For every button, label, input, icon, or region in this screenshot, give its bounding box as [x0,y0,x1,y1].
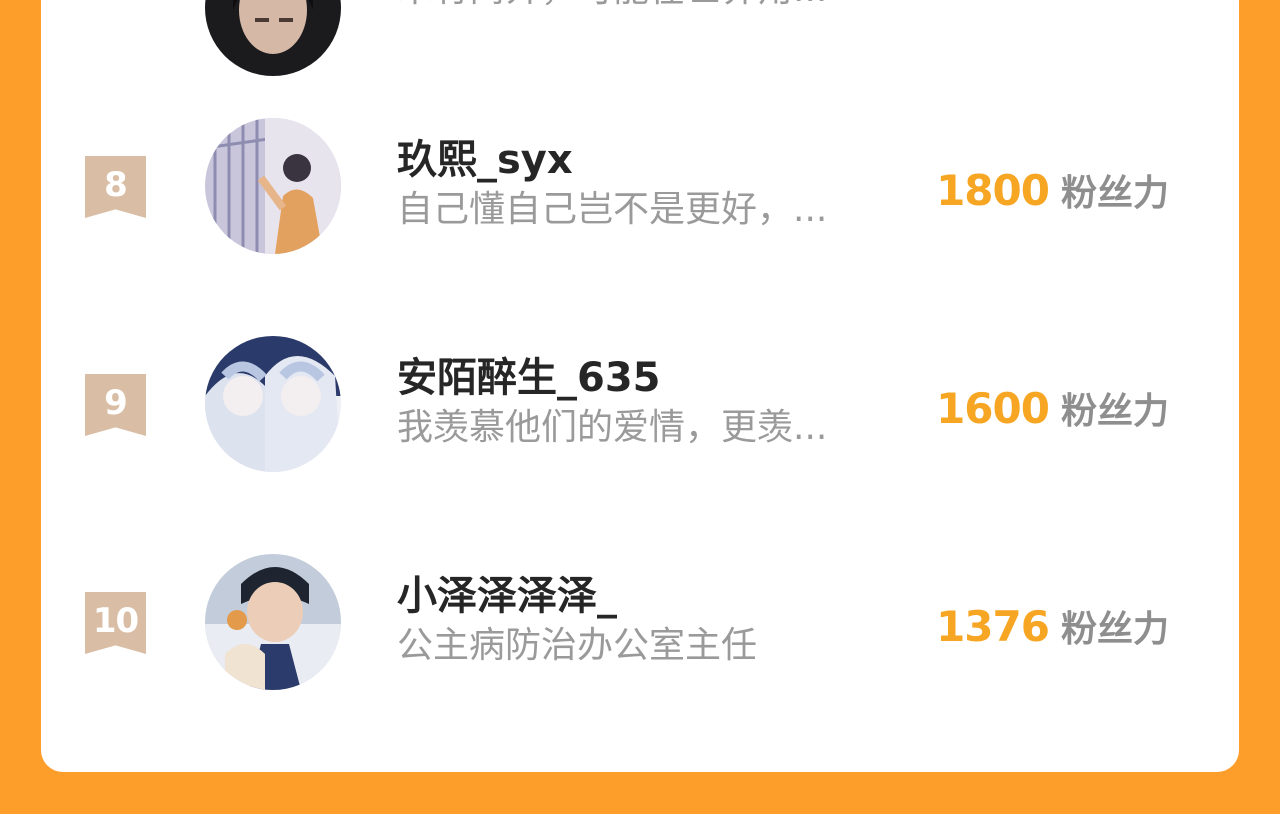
fans-unit-label: 粉丝力 [1060,609,1169,650]
avatar-image [205,554,341,690]
avatar[interactable] [205,118,341,254]
user-name[interactable]: 玖熙_syx [397,136,573,184]
avatar-image [205,336,341,472]
avatar-image [205,0,341,76]
fans-unit-label: 粉丝力 [1060,173,1169,214]
avatar[interactable] [205,554,341,690]
avatar-image [205,118,341,254]
list-item[interactable]: 木有简介，可能在世界角... [41,0,1239,80]
fans-number: 1600 [936,384,1050,433]
rank-badge: 10 [85,592,146,654]
list-item[interactable]: 9 安陌醉生_635 我羡慕他们的爱情，更羡... 1600 粉丝力 [41,336,1239,476]
user-bio: 公主病防治办公室主任 [397,625,758,666]
fans-number: 1800 [936,166,1050,215]
fans-number: 1376 [936,602,1050,651]
user-bio: 木有简介，可能在世界角... [397,0,877,12]
rank-badge: 8 [85,156,146,218]
fans-score: 1600 粉丝力 [936,384,1169,443]
list-item[interactable]: 8 玖熙_syx 自己懂自己岂不是更好，... 1800 粉丝力 [41,118,1239,258]
avatar[interactable] [205,336,341,472]
fans-score: 1800 粉丝力 [936,166,1169,225]
leaderboard-card: 木有简介，可能在世界角... 8 玖熙_syx 自己懂自己岂不是更好，. [41,0,1239,772]
list-item[interactable]: 10 小泽泽泽泽_ 公主病防治办公室主任 1376 粉丝力 [41,554,1239,694]
fans-score: 1376 粉丝力 [936,602,1169,661]
user-bio: 自己懂自己岂不是更好，... [397,189,828,230]
rank-badge: 9 [85,374,146,436]
user-name[interactable]: 小泽泽泽泽_ [397,572,617,620]
fans-unit-label: 粉丝力 [1060,391,1169,432]
user-name[interactable]: 安陌醉生_635 [397,354,661,402]
user-bio: 我羡慕他们的爱情，更羡... [397,407,828,448]
avatar[interactable] [205,0,341,76]
